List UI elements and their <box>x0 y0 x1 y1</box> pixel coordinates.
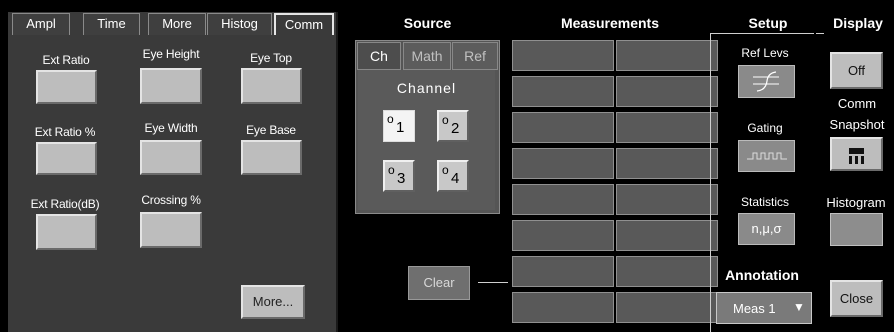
measurement-slot[interactable] <box>616 76 718 107</box>
measurement-slot[interactable] <box>512 220 614 251</box>
annotation-value: Meas 1 <box>733 301 776 316</box>
channel-label: Channel <box>396 80 457 96</box>
eye-top-button[interactable] <box>241 68 302 104</box>
ext-ratio-label: Ext Ratio <box>42 53 90 67</box>
more-button[interactable]: More... <box>241 285 305 319</box>
measurement-slot[interactable] <box>512 112 614 143</box>
crossing-pct-label: Crossing % <box>141 193 201 207</box>
gating-label: Gating <box>747 121 783 135</box>
eye-base-button[interactable] <box>241 140 302 175</box>
gating-icon <box>747 152 787 160</box>
channel-4-button[interactable]: o 4 <box>437 160 469 192</box>
source-tab-math[interactable]: Math <box>403 42 451 70</box>
eye-top-label: Eye Top <box>250 51 292 65</box>
measurement-slot[interactable] <box>512 184 614 215</box>
measurements-title: Measurements <box>560 15 660 31</box>
measurement-slot[interactable] <box>512 40 614 71</box>
snapshot-icon <box>849 148 864 164</box>
channel-number: 4 <box>451 170 460 187</box>
eye-base-label: Eye Base <box>246 123 296 137</box>
snapshot-button[interactable] <box>830 137 883 171</box>
measurement-slot[interactable] <box>616 292 718 323</box>
annotation-title: Annotation <box>725 267 799 283</box>
ext-ratio-pct-label: Ext Ratio % <box>34 125 96 139</box>
eye-width-button[interactable] <box>140 140 202 175</box>
gating-button[interactable] <box>738 140 795 172</box>
ext-ratio-pct-button[interactable] <box>36 142 97 175</box>
ext-ratio-button[interactable] <box>36 70 97 104</box>
channel-number: 1 <box>396 119 405 136</box>
measurement-slot[interactable] <box>512 256 614 287</box>
tab-ampl[interactable]: Ampl <box>12 13 70 35</box>
ext-ratio-db-button[interactable] <box>36 214 97 250</box>
snapshot-label: Snapshot <box>829 117 885 132</box>
measurement-slot[interactable] <box>512 292 614 323</box>
clear-button[interactable]: Clear <box>408 266 470 300</box>
channel-2-button[interactable]: o 2 <box>437 110 469 142</box>
statistics-button[interactable]: n,μ,σ <box>738 213 795 245</box>
crossing-pct-button[interactable] <box>140 212 202 248</box>
ref-levels-icon <box>753 71 779 92</box>
measurement-slot[interactable] <box>616 112 718 143</box>
channel-number: 2 <box>451 120 460 137</box>
ref-levs-label: Ref Levs <box>741 46 789 60</box>
measurement-slot[interactable] <box>616 184 718 215</box>
eye-width-label: Eye Width <box>144 121 198 135</box>
ref-levs-button[interactable] <box>738 65 795 98</box>
tab-histog[interactable]: Histog <box>207 13 272 35</box>
eye-height-button[interactable] <box>140 68 202 104</box>
probe-icon: o <box>387 112 394 126</box>
ext-ratio-db-label: Ext Ratio(dB) <box>30 197 100 211</box>
measurement-slot[interactable] <box>616 220 718 251</box>
measurement-slot[interactable] <box>616 148 718 179</box>
display-title: Display <box>833 15 883 31</box>
source-tab-ch[interactable]: Ch <box>357 42 401 70</box>
close-button[interactable]: Close <box>830 280 883 317</box>
source-title: Source <box>403 15 452 31</box>
eye-height-label: Eye Height <box>142 47 200 61</box>
annotation-dropdown[interactable]: Meas 1 ▼ <box>716 292 812 324</box>
display-off-button[interactable]: Off <box>830 52 883 89</box>
probe-icon: o <box>388 163 395 177</box>
chevron-down-icon: ▼ <box>793 300 805 314</box>
channel-3-button[interactable]: o 3 <box>383 160 415 192</box>
display-comm-label: Comm <box>837 96 877 111</box>
statistics-label: Statistics <box>740 195 789 209</box>
channel-1-button[interactable]: o 1 <box>383 110 415 142</box>
measurement-slot[interactable] <box>616 256 718 287</box>
measurement-slot[interactable] <box>616 40 718 71</box>
tab-comm[interactable]: Comm <box>274 13 334 35</box>
histogram-button[interactable] <box>830 213 883 246</box>
source-tab-ref[interactable]: Ref <box>452 42 498 70</box>
probe-icon: o <box>442 163 449 177</box>
probe-icon: o <box>442 113 449 127</box>
display-frame-line <box>816 33 824 34</box>
channel-number: 3 <box>397 170 406 187</box>
setup-title: Setup <box>730 15 806 31</box>
tab-time[interactable]: Time <box>83 13 140 35</box>
tab-more[interactable]: More <box>148 13 206 35</box>
histogram-label: Histogram <box>826 195 886 210</box>
measurement-slot[interactable] <box>512 148 614 179</box>
measurement-slot[interactable] <box>512 76 614 107</box>
clear-connector <box>478 282 508 283</box>
